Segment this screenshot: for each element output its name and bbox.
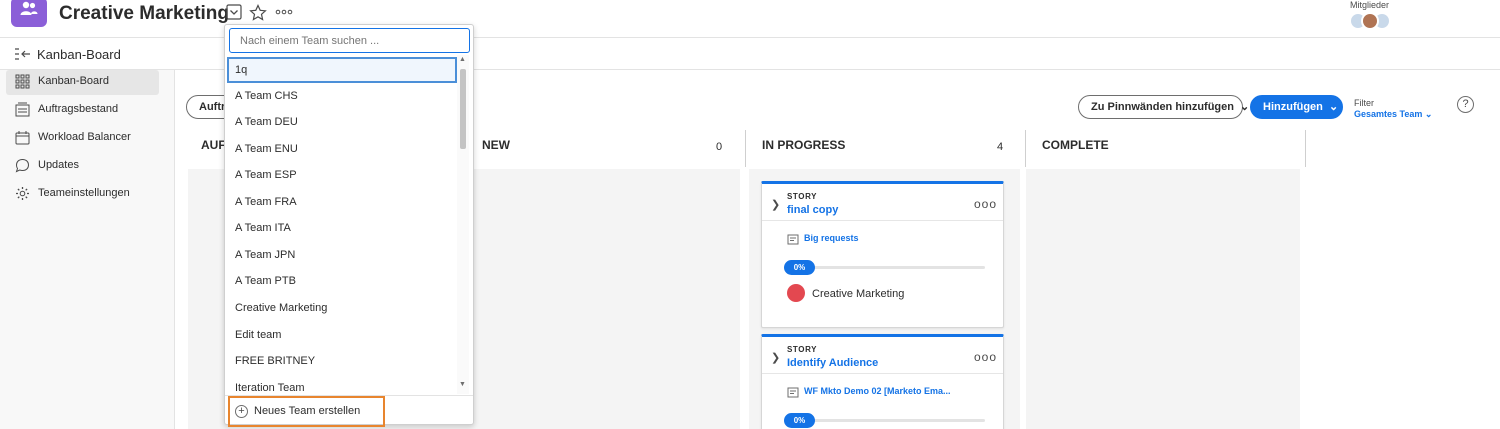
chevron-down-icon: ⌄ [1240,101,1250,113]
request-icon [787,387,799,398]
progress-badge: 0% [784,413,815,428]
more-options-icon[interactable]: ooo [974,350,997,364]
members-label: Mitglieder [1350,0,1390,10]
card-type: STORY [787,345,818,354]
expand-chevron-icon[interactable]: ❯ [771,198,780,211]
lane-new [468,169,740,429]
scroll-thumb[interactable] [460,69,466,149]
star-icon[interactable] [249,4,267,22]
column-divider [745,130,746,167]
column-count-new: 0 [716,141,723,153]
sidebar-item-label: Workload Balancer [38,131,131,143]
request-icon [787,234,799,245]
chat-icon [15,158,30,173]
plus-circle-icon: + [235,405,248,418]
team-option[interactable]: Iteration Team [227,375,457,394]
story-card[interactable]: ❯ STORY final copy ooo Big requests 0% C… [761,181,1004,328]
more-options-icon[interactable]: ooo [974,197,997,211]
chevron-down-icon: ⌄ [1424,109,1433,119]
card-divider [762,220,1003,221]
request-link[interactable]: WF Mkto Demo 02 [Marketo Ema... [804,386,951,396]
members-avatars[interactable] [1349,12,1399,34]
sidebar-item-label: Teameinstellungen [38,187,130,199]
team-option[interactable]: A Team CHS [227,83,457,109]
progress-badge: 0% [784,260,815,275]
sidebar-item-label: Kanban-Board [38,75,109,87]
team-owner-icon [787,284,805,302]
add-label: Hinzufügen [1263,101,1323,113]
column-divider [1025,130,1026,167]
team-icon [20,1,38,15]
team-option[interactable]: A Team ENU [227,136,457,162]
team-option[interactable]: A Team PTB [227,268,457,294]
team-option[interactable]: A Team ITA [227,215,457,241]
list-scrollbar[interactable]: ▲ ▼ [457,55,469,394]
team-avatar [11,0,47,27]
sidebar-item-workload-balancer[interactable]: Workload Balancer [6,126,159,151]
sidebar-item-auftragsbestand[interactable]: Auftragsbestand [6,98,159,123]
grid-icon [15,74,30,89]
sidebar-item-label: Updates [38,159,79,171]
expand-chevron-icon[interactable]: ❯ [771,351,780,364]
add-to-boards-label: Zu Pinnwänden hinzufügen [1091,101,1234,113]
gear-icon [16,187,29,200]
filter-label: Filter [1354,98,1374,108]
create-team-button[interactable]: + Neues Team erstellen [228,396,385,427]
help-icon[interactable]: ? [1457,96,1474,113]
team-option[interactable]: A Team JPN [227,242,457,268]
team-option[interactable]: FREE BRITNEY [227,348,457,374]
sidebar-item-teameinstellungen[interactable]: Teameinstellungen [6,182,159,207]
progress-bar [786,419,985,422]
team-switcher-dropdown: 1q A Team CHS A Team DEU A Team ENU A Te… [224,24,474,427]
team-option[interactable]: A Team FRA [227,189,457,215]
add-button[interactable]: Hinzufügen ⌄ [1250,95,1343,119]
column-header-in-progress: IN PROGRESS [762,138,846,152]
scroll-up-icon[interactable]: ▲ [459,56,466,63]
filter-value: Gesamtes Team [1354,109,1423,119]
story-card[interactable]: ❯ STORY Identify Audience ooo WF Mkto De… [761,334,1004,429]
team-select-chevron-icon[interactable] [226,4,242,20]
chevron-down-icon: ⌄ [1328,101,1339,113]
request-link[interactable]: Big requests [804,233,859,243]
page-title: Creative Marketing [59,3,230,24]
team-option[interactable]: 1q [227,57,457,83]
card-type: STORY [787,192,818,201]
team-option[interactable]: A Team ESP [227,162,457,188]
card-owner: Creative Marketing [812,288,905,300]
team-option[interactable]: Creative Marketing [227,295,457,321]
card-title[interactable]: Identify Audience [787,357,878,369]
lane-complete [1026,169,1300,429]
add-to-boards-button[interactable]: Zu Pinnwänden hinzufügen ⌄ [1078,95,1249,119]
sidebar-item-label: Auftragsbestand [38,103,119,115]
scroll-down-icon[interactable]: ▼ [459,381,466,388]
sidebar-item-updates[interactable]: Updates [6,154,159,179]
avatar[interactable] [1361,12,1379,30]
column-header-auf: AUF [201,138,226,152]
column-divider [1305,130,1306,167]
more-options-icon[interactable] [275,9,293,15]
column-header-new: NEW [482,138,510,152]
team-search-input[interactable] [229,28,470,53]
team-option[interactable]: Edit team [227,322,457,348]
dropdown-footer: + Neues Team erstellen [225,395,473,427]
column-count-in-progress: 4 [997,141,1004,153]
sidebar: Kanban-Board Auftragsbestand Workload Ba… [0,70,175,429]
column-header-complete: COMPLETE [1042,138,1109,152]
create-team-label: Neues Team erstellen [254,405,361,417]
backlog-icon [15,102,30,117]
card-title[interactable]: final copy [787,204,838,216]
board-title: Kanban-Board [37,47,121,62]
team-option[interactable]: A Team DEU [227,109,457,135]
team-list: 1q A Team CHS A Team DEU A Team ENU A Te… [225,55,457,394]
sidebar-item-kanban-board[interactable]: Kanban-Board [6,70,159,95]
filter-dropdown[interactable]: Gesamtes Team ⌄ [1354,109,1432,120]
card-divider [762,373,1003,374]
collapse-sidebar-icon[interactable] [14,47,32,61]
calendar-icon [15,131,30,145]
progress-bar [786,266,985,269]
